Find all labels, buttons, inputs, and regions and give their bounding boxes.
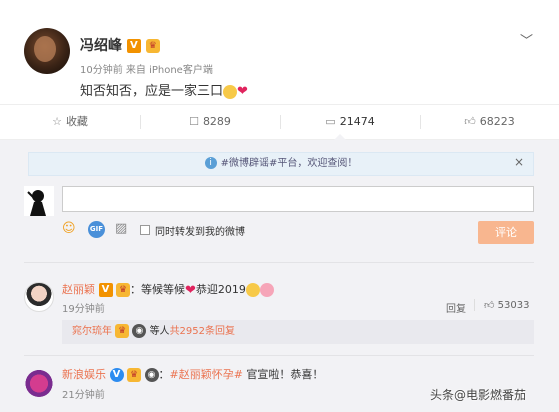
reply-link[interactable]: 回复 (446, 300, 466, 315)
reply-mid: 等人 (149, 326, 170, 337)
vip-badge-icon: ◉ (144, 368, 159, 382)
forward-icon: ☐ (189, 115, 199, 128)
comment-time: 21分钟前 (62, 390, 105, 401)
comment-time: 19分钟前 (62, 304, 105, 315)
comment-icon: ▭ (325, 115, 336, 128)
comment-like-button[interactable]: 👍︎ 53033 (484, 299, 529, 311)
divider (24, 262, 534, 263)
commenter-name[interactable]: 新浪娱乐 (62, 368, 106, 381)
post-action-bar: ☆ 收藏 ☐ 8289 ▭ 21474 👍︎ 68223 (0, 104, 559, 140)
post-text-line: 知否知否，应是一家三口 ❤ (80, 80, 248, 99)
verified-badge-icon: V (109, 368, 124, 382)
comment-button[interactable]: ▭ 21474 (280, 105, 420, 139)
comment-text: 官宣啦！恭喜！ (242, 368, 324, 381)
info-icon: i (204, 157, 217, 169)
favorite-button[interactable]: ☆ 收藏 (0, 105, 140, 139)
my-avatar[interactable] (24, 186, 54, 216)
forward-count: 8289 (202, 115, 231, 128)
pig-emoji-icon (259, 283, 274, 297)
sync-label: 同时转发到我的微博 (155, 227, 245, 238)
post-text: 知否知否，应是一家三口 (80, 84, 224, 99)
watermark: 头条@电影燃番茄 (430, 388, 527, 402)
divider (474, 299, 475, 311)
comment-line: 赵丽颖 V ♛ ：等候等候❤恭迎2019 (62, 281, 274, 298)
member-crown-icon: ♛ (127, 368, 141, 382)
chevron-down-icon[interactable]: ﹀ (520, 30, 533, 49)
post-header: 冯绍峰 V ♛ (80, 35, 160, 55)
hashtag-link[interactable]: #赵丽颖怀孕# (170, 368, 243, 381)
divider (24, 355, 534, 356)
thumbs-up-icon: 👍︎ (484, 300, 495, 311)
image-upload-icon[interactable]: ▨ (115, 221, 127, 236)
submit-comment-button[interactable]: 评论 (478, 221, 534, 244)
commenter-name[interactable]: 赵丽颖 (62, 283, 95, 296)
close-icon[interactable]: × (514, 155, 524, 169)
reply-author[interactable]: 窕尔琉年 (72, 326, 112, 337)
star-icon: ☆ (52, 115, 62, 128)
shy-face-emoji-icon (223, 84, 238, 99)
verified-badge-icon: V (98, 283, 113, 297)
thumbs-up-icon: 👍︎ (464, 115, 476, 128)
comment-text: ：等候等候 (130, 283, 185, 296)
comment-input[interactable] (62, 186, 534, 212)
favorite-label: 收藏 (65, 115, 88, 128)
comment-avatar[interactable] (24, 367, 54, 397)
member-crown-icon: ♛ (116, 283, 130, 297)
author-name[interactable]: 冯绍峰 (80, 38, 122, 54)
comment-avatar[interactable] (24, 282, 54, 312)
verified-badge-icon: V (126, 39, 141, 53)
like-button[interactable]: 👍︎ 68223 (420, 105, 559, 139)
heart-emoji-icon: ❤ (237, 84, 248, 99)
notice-banner: i #微博辟谣#平台，欢迎查阅！ (28, 152, 534, 176)
emoji-picker-icon[interactable]: ☺ (62, 221, 76, 236)
comment-count: 21474 (339, 115, 375, 128)
heart-emoji-icon: ❤ (185, 282, 196, 298)
vip-badge-icon: ◉ (132, 324, 147, 338)
comment-text-tail: 恭迎2019 (195, 283, 246, 296)
post-meta: 10分钟前 来自 iPhone客户端 (80, 65, 213, 76)
member-crown-icon: ♛ (145, 39, 160, 53)
more-replies-link[interactable]: 共2952条回复 (170, 326, 235, 337)
comment-line: 新浪娱乐 V ♛ ◉ ：#赵丽颖怀孕# 官宣啦！恭喜！ (62, 368, 324, 382)
member-crown-icon: ♛ (115, 324, 130, 338)
gif-icon[interactable]: GIF (88, 221, 105, 238)
reply-summary: 窕尔琉年 ♛ ◉ 等人共2952条回复 (62, 320, 534, 344)
comment-like-count: 53033 (497, 300, 530, 311)
like-count: 68223 (479, 115, 515, 128)
laughing-emoji-icon (245, 283, 260, 297)
panel-pointer (334, 134, 346, 140)
sync-checkbox[interactable] (140, 225, 150, 235)
notice-text[interactable]: #微博辟谣#平台，欢迎查阅！ (221, 158, 358, 169)
author-avatar[interactable] (24, 28, 70, 74)
forward-button[interactable]: ☐ 8289 (140, 105, 280, 139)
